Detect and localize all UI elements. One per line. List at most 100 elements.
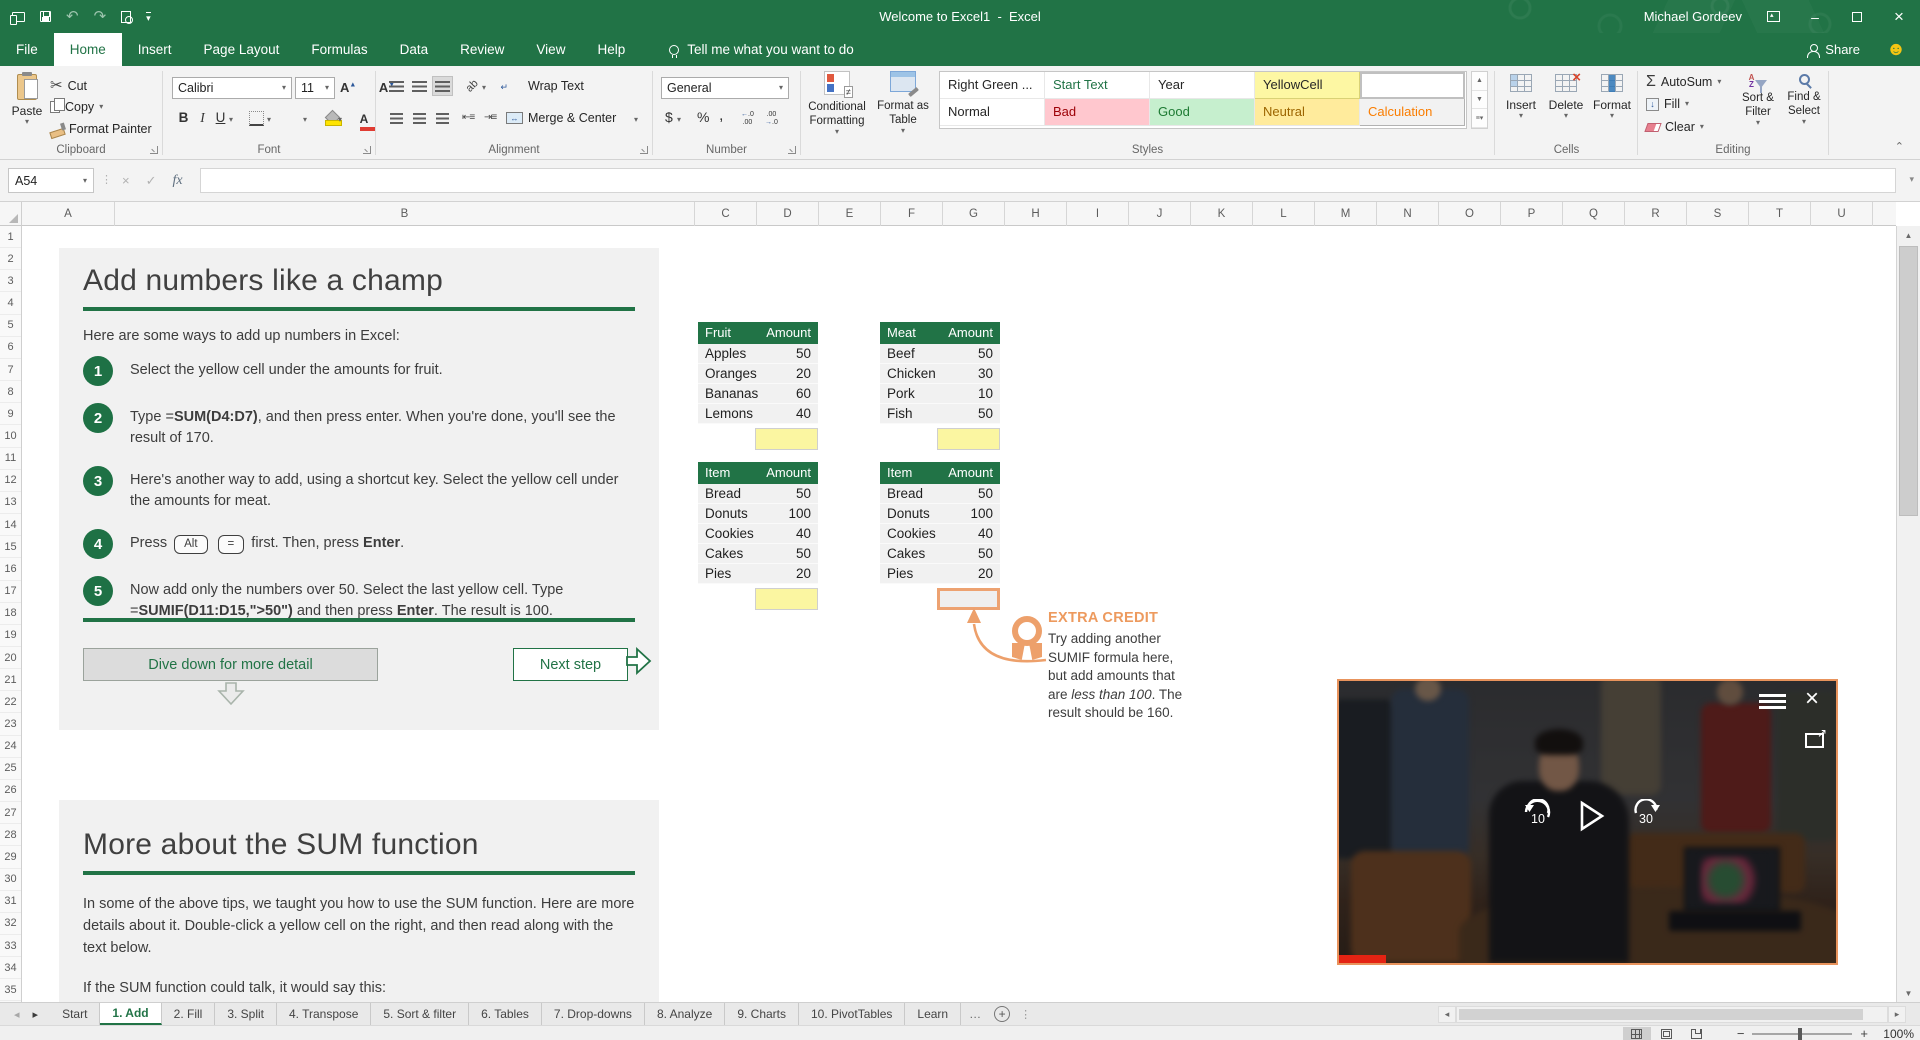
fill-button[interactable]: ↓ Fill ▾ (1646, 97, 1689, 111)
row-header[interactable]: 28 (0, 824, 21, 847)
ribbon-tab[interactable]: File (0, 33, 54, 66)
column-header[interactable]: B (115, 202, 695, 226)
decrease-indent-icon[interactable]: ⇤≡ (462, 112, 475, 123)
column-header[interactable]: N (1377, 202, 1439, 226)
row-header[interactable]: 6 (0, 337, 21, 359)
ribbon-tab[interactable]: Review (444, 33, 520, 66)
column-header[interactable]: S (1687, 202, 1749, 226)
row-header[interactable]: 24 (0, 736, 21, 758)
top-align-icon[interactable] (386, 76, 407, 96)
zoom-level[interactable]: 100% (1878, 1027, 1914, 1040)
table-row[interactable]: Bread 50 (880, 484, 1000, 504)
gallery-more-icon[interactable]: ≡▾ (1472, 109, 1487, 129)
find-select-button[interactable]: Find & Select ▾ (1782, 74, 1826, 126)
column-header[interactable]: G (943, 202, 1005, 226)
ribbon-tab[interactable]: Home (53, 33, 122, 66)
table-row[interactable]: Pork 10 (880, 384, 1000, 404)
minimize-icon[interactable]: – (1804, 0, 1826, 33)
number-dialog-launcher-icon[interactable] (788, 146, 796, 154)
ribbon-tab[interactable]: Page Layout (188, 33, 296, 66)
sheet-tab[interactable]: 9. Charts (725, 1003, 799, 1025)
horizontal-scroll-thumb[interactable] (1459, 1009, 1864, 1020)
column-header[interactable]: C (695, 202, 757, 226)
align-center-icon[interactable] (409, 108, 430, 128)
table-row[interactable]: Cookies 40 (698, 524, 818, 544)
autosum-button[interactable]: Σ AutoSum ▾ (1646, 74, 1721, 90)
cancel-icon[interactable]: × (122, 173, 130, 188)
sheet-tab[interactable]: 10. PivotTables (799, 1003, 906, 1025)
dive-down-button[interactable]: Dive down for more detail (83, 648, 378, 681)
paste-button[interactable]: Paste ▾ (8, 72, 46, 126)
normal-view-icon[interactable] (1622, 1026, 1651, 1040)
table-row[interactable]: Apples 50 (698, 344, 818, 364)
copy-button[interactable]: Copy ▾ (50, 97, 103, 114)
row-header[interactable]: 12 (0, 470, 21, 492)
format-as-table-button[interactable]: Format as Table ▾ (871, 71, 935, 135)
row-header[interactable]: 13 (0, 492, 21, 515)
tell-me-box[interactable]: Tell me what you want to do (669, 33, 854, 66)
increase-indent-icon[interactable]: ⇥≡ (484, 112, 497, 123)
select-all-icon[interactable] (0, 202, 22, 226)
excel-window-icon[interactable] (10, 11, 25, 25)
conditional-formatting-button[interactable]: Conditional Formatting▾ (805, 71, 869, 136)
formula-input[interactable] (200, 168, 1896, 193)
row-header[interactable]: 15 (0, 536, 21, 559)
yellow-sum-cell[interactable] (755, 428, 818, 450)
column-header[interactable]: H (1005, 202, 1067, 226)
row-header[interactable]: 35 (0, 979, 21, 1002)
cell-style[interactable] (1360, 72, 1465, 99)
page-layout-view-icon[interactable] (1653, 1027, 1681, 1040)
row-header[interactable]: 8 (0, 381, 21, 404)
more-sheets-icon[interactable]: … (961, 1003, 990, 1025)
column-header[interactable]: E (819, 202, 881, 226)
row-header[interactable]: 10 (0, 425, 21, 448)
vertical-scrollbar[interactable]: ▲ ▼ (1896, 226, 1920, 1002)
table-row[interactable]: Oranges 20 (698, 364, 818, 384)
share-button[interactable]: Share (1807, 42, 1860, 58)
forward-30-icon[interactable]: 30 (1629, 799, 1663, 833)
column-header[interactable]: M (1315, 202, 1377, 226)
redo-icon[interactable]: ↷ (94, 9, 107, 24)
yellow-sum-cell[interactable] (755, 588, 818, 610)
collapse-ribbon-icon[interactable]: ⌃ (1895, 140, 1904, 153)
sheet-tab[interactable]: 6. Tables (469, 1003, 542, 1025)
video-popout-icon[interactable] (1805, 726, 1827, 748)
table-row[interactable]: Donuts 100 (698, 504, 818, 524)
format-cells-button[interactable]: Format ▾ (1590, 74, 1634, 120)
yellow-sum-cell[interactable] (937, 428, 1000, 450)
merge-center-button[interactable]: Merge & Center (528, 111, 616, 125)
comma-style-icon[interactable]: , (719, 107, 723, 125)
table-row[interactable]: Lemons 40 (698, 404, 818, 424)
video-menu-icon[interactable] (1759, 694, 1786, 709)
row-header[interactable]: 30 (0, 869, 21, 891)
accounting-format-icon[interactable]: $ (665, 109, 673, 125)
cell-style[interactable]: Right Green ... (940, 72, 1045, 99)
clipboard-dialog-launcher-icon[interactable] (150, 146, 158, 154)
row-header[interactable]: 34 (0, 957, 21, 980)
table-row[interactable]: Pies 20 (698, 564, 818, 584)
user-name[interactable]: Michael Gordeev (1644, 9, 1742, 24)
zoom-in-icon[interactable]: + (1860, 1026, 1868, 1040)
video-progress-bar[interactable] (1339, 955, 1386, 963)
row-header[interactable]: 22 (0, 691, 21, 714)
cell-style[interactable]: Calculation (1360, 99, 1465, 126)
column-header[interactable]: F (881, 202, 943, 226)
sheet-tab[interactable]: Start (50, 1003, 101, 1025)
sheet-tab[interactable]: 4. Transpose (277, 1003, 372, 1025)
row-header[interactable]: 23 (0, 713, 21, 736)
ribbon-tab[interactable]: View (520, 33, 581, 66)
sheet-tab[interactable]: 3. Split (215, 1003, 277, 1025)
column-header[interactable]: I (1067, 202, 1129, 226)
next-step-button[interactable]: Next step (513, 648, 628, 681)
video-close-icon[interactable]: × (1805, 685, 1819, 713)
next-sheet-icon[interactable]: ▸ (33, 1008, 39, 1021)
ribbon-tab[interactable]: Data (384, 33, 445, 66)
sheet-tab[interactable]: 8. Analyze (644, 1003, 726, 1025)
column-header[interactable]: P (1501, 202, 1563, 226)
ribbon-tab[interactable]: Formulas (295, 33, 383, 66)
page-break-view-icon[interactable] (1683, 1027, 1711, 1040)
scroll-up-icon[interactable]: ▲ (1897, 226, 1920, 244)
column-header[interactable]: J (1129, 202, 1191, 226)
table-row[interactable]: Cookies 40 (880, 524, 1000, 544)
row-header[interactable]: 33 (0, 935, 21, 958)
